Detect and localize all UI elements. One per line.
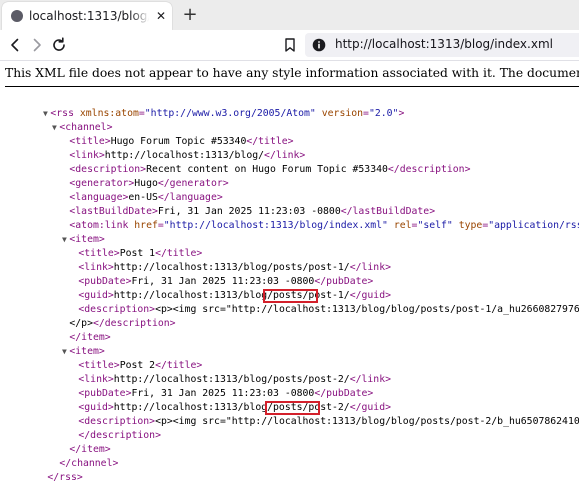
page-content: This XML file does not appear to have an… [0,61,579,500]
xml-line-channel-title: <title>Hugo Forum Topic #53340</title> [0,121,579,147]
xml-line-item-title: <title>Post 1</title> [0,233,579,259]
xml-line-last-build-date: <lastBuildDate>Fri, 31 Jan 2025 11:23:03… [0,191,579,217]
xml-line-channel-open[interactable]: ▼ <channel> [0,107,579,133]
duplicate-path-highlight [265,401,320,415]
close-tab-icon[interactable]: ✕ [153,8,169,24]
xml-line-item-close: </item> [0,429,579,455]
xml-line-item-guid: <guid>http://localhost:1313/blog/posts/p… [0,275,579,301]
xml-line-item-link: <link>http://localhost:1313/blog/posts/p… [0,247,579,273]
xml-line-item-guid: <guid>http://localhost:1313/blog/posts/p… [0,387,579,413]
xml-line-rss-open[interactable]: ▼ <rss xmlns:atom="http://www.w3.org/2005… [0,93,579,119]
xml-line-generator: <generator>Hugo</generator> [0,163,579,189]
xml-line-item-close: </item> [0,317,579,343]
notice-divider [5,86,579,87]
xml-line-item-description-end: </description> [0,415,579,441]
xml-line-language: <language>en-US</language> [0,177,579,203]
xml-line-channel-link: <link>http://localhost:1313/blog/</link> [0,135,579,161]
xml-line-atom-link: <atom:link href="http://localhost:1313/b… [0,205,579,231]
site-info-icon[interactable] [312,38,326,52]
xml-line-item-open[interactable]: ▼ <item> [0,331,579,357]
xml-line-channel-close: </channel> [0,443,579,469]
xml-line-item-pubdate: <pubDate>Fri, 31 Jan 2025 11:23:03 -0800… [0,261,579,287]
back-button[interactable] [5,35,25,55]
arrow-right-icon [33,38,41,52]
reload-icon [53,37,65,51]
arrow-left-icon [11,38,19,52]
tab-strip: localhost:1313/blog/index.x ✕ + [0,0,579,30]
bookmark-icon [285,38,295,52]
xml-tree: ▼ <rss xmlns:atom="http://www.w3.org/2005… [0,93,579,483]
bookmark-button[interactable] [280,35,300,55]
globe-icon [11,10,23,22]
new-tab-button[interactable]: + [180,5,200,25]
tab-title: localhost:1313/blog/index.x [29,9,149,23]
rss-close-tag: </rss> [47,472,83,483]
xml-line-item-link: <link>http://localhost:1313/blog/posts/p… [0,359,579,385]
xml-line-item-pubdate: <pubDate>Fri, 31 Jan 2025 11:23:03 -0800… [0,373,579,399]
xml-style-notice: This XML file does not appear to have an… [5,66,579,80]
xml-line-item-description-end: </p></description> [0,303,579,329]
xml-line-item-open[interactable]: ▼ <item> [0,219,579,245]
xml-line-channel-description: <description>Recent content on Hugo Foru… [0,149,579,175]
forward-button[interactable] [27,35,47,55]
url-text: http://localhost:1313/blog/index.xml [335,37,553,51]
reload-button[interactable] [49,35,69,55]
duplicate-path-highlight [263,289,318,303]
xml-line-item-description: <description><p><img src="http://localho… [0,289,579,315]
xml-line-item-title: <title>Post 2</title> [0,345,579,371]
tab-blog-index[interactable]: localhost:1313/blog/index.x ✕ [2,2,172,30]
navigation-toolbar: http://localhost:1313/blog/index.xml [0,30,579,61]
xml-line-item-description: <description><p><img src="http://localho… [0,401,579,427]
url-bar[interactable]: http://localhost:1313/blog/index.xml [305,33,579,57]
xml-line-rss-close: </rss> [0,457,579,483]
